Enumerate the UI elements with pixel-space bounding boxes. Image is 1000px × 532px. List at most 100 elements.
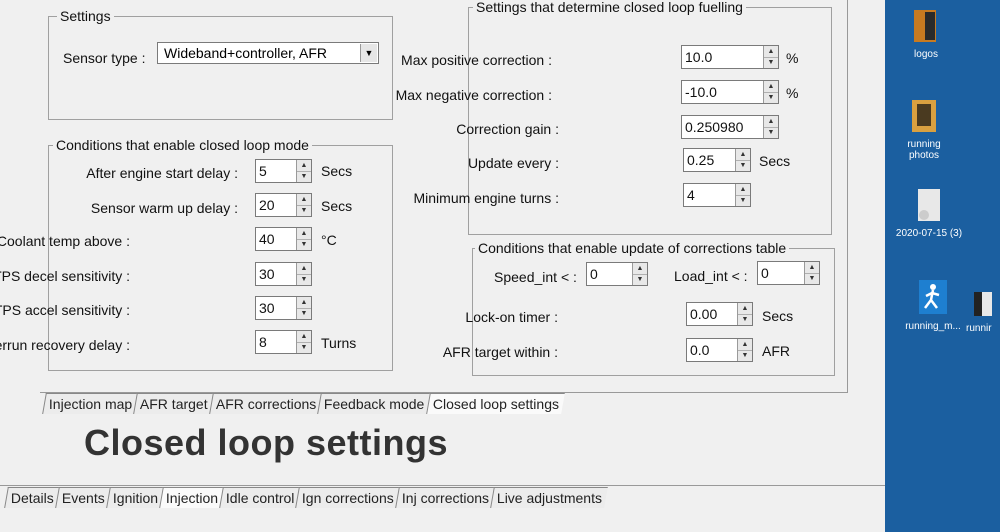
tab-afr-corrections[interactable]: AFR corrections [209,393,323,414]
tab-afr-target[interactable]: AFR target [133,393,214,414]
correction-gain-value: 0.250980 [685,119,744,135]
arrow-down-icon[interactable]: ▼ [736,160,750,171]
spin-buttons[interactable]: ▲ ▼ [735,184,750,206]
after-start-delay-value: 5 [259,163,267,179]
desktop-icon-logos[interactable]: logos [898,8,954,60]
load-int-label: Load_int < : [674,268,748,284]
load-int-input[interactable]: 0 ▲ ▼ [757,261,820,285]
after-start-delay-label: After engine start delay : [86,165,238,181]
arrow-down-icon[interactable]: ▼ [764,57,778,68]
speed-int-input[interactable]: 0 ▲ ▼ [586,262,648,286]
correction-gain-input[interactable]: 0.250980 ▲ ▼ [681,115,779,139]
file-icon [974,292,992,316]
spin-buttons[interactable]: ▲ ▼ [296,160,311,182]
spin-buttons[interactable]: ▲ ▼ [735,149,750,171]
settings-group: Settings Sensor type : Wideband+controll… [48,8,393,120]
afr-target-within-input[interactable]: 0.0 ▲ ▼ [686,338,753,362]
tps-decel-label: TPS decel sensitivity : [0,268,130,284]
runner-image-icon [919,280,947,314]
tab-events[interactable]: Events [54,487,111,508]
arrow-down-icon[interactable]: ▼ [297,308,311,319]
tab-label: Live adjustments [497,490,603,506]
arrow-down-icon[interactable]: ▼ [297,342,311,353]
tab-injection-map[interactable]: Injection map [42,393,139,414]
tab-ign-corrections[interactable]: Ign corrections [295,487,401,508]
spin-buttons[interactable]: ▲ ▼ [804,262,819,284]
tab-injection[interactable]: Injection [158,487,224,508]
lock-on-timer-input[interactable]: 0.00 ▲ ▼ [686,302,753,326]
spin-buttons[interactable]: ▲ ▼ [737,339,752,361]
sensor-warmup-input[interactable]: 20 ▲ ▼ [255,193,312,217]
tab-label: Events [61,490,105,506]
arrow-down-icon[interactable]: ▼ [633,274,647,285]
coolant-temp-unit: °C [321,232,337,248]
afr-target-within-value: 0.0 [690,342,710,358]
min-engine-turns-value: 4 [687,187,695,203]
desktop-icon-runnir[interactable]: runnir [966,290,1000,334]
desktop-icon-caption: 2020-07-15 (3) [895,228,963,239]
chevron-down-icon[interactable]: ▼ [360,44,377,62]
spin-buttons[interactable]: ▲ ▼ [763,81,778,103]
overrun-recovery-input[interactable]: 8 ▲ ▼ [255,330,312,354]
arrow-down-icon[interactable]: ▼ [738,314,752,325]
spin-buttons[interactable]: ▲ ▼ [296,331,311,353]
arrow-down-icon[interactable]: ▼ [805,273,819,284]
min-engine-turns-input[interactable]: 4 ▲ ▼ [683,183,751,207]
sensor-warmup-value: 20 [259,197,275,213]
update-every-input[interactable]: 0.25 ▲ ▼ [683,148,751,172]
spin-buttons[interactable]: ▲ ▼ [632,263,647,285]
afr-target-within-label: AFR target within : [442,344,558,360]
spin-buttons[interactable]: ▲ ▼ [296,228,311,250]
spin-buttons[interactable]: ▲ ▼ [296,263,311,285]
tab-live-adjustments[interactable]: Live adjustments [490,487,609,508]
max-negative-label: Max negative correction : [395,87,552,103]
tab-details[interactable]: Details [4,487,60,508]
after-start-delay-input[interactable]: 5 ▲ ▼ [255,159,312,183]
arrow-down-icon[interactable]: ▼ [297,274,311,285]
tps-decel-value: 30 [259,266,275,282]
spin-buttons[interactable]: ▲ ▼ [296,297,311,319]
spin-buttons[interactable]: ▲ ▼ [763,116,778,138]
arrow-down-icon[interactable]: ▼ [297,205,311,216]
tps-decel-input[interactable]: 30 ▲ ▼ [255,262,312,286]
spin-buttons[interactable]: ▲ ▼ [296,194,311,216]
spin-buttons[interactable]: ▲ ▼ [763,46,778,68]
sensor-type-select[interactable]: Wideband+controller, AFR ▼ [157,42,379,64]
arrow-down-icon[interactable]: ▼ [738,350,752,361]
max-negative-value: -10.0 [685,84,717,100]
sensor-type-value: Wideband+controller, AFR [164,45,328,61]
desktop-icon-running-photos[interactable]: running photos [892,98,956,161]
desktop-icon-running-m[interactable]: running_m... [896,278,970,332]
tab-ignition[interactable]: Ignition [105,487,164,508]
arrow-down-icon[interactable]: ▼ [736,195,750,206]
desktop-icon-caption: runnir [966,323,992,334]
spin-buttons[interactable]: ▲ ▼ [737,303,752,325]
arrow-down-icon[interactable]: ▼ [764,127,778,138]
desktop-icon-caption: logos [914,49,938,60]
update-table-group-title: Conditions that enable update of correct… [475,240,790,256]
tab-label: Ignition [112,490,158,506]
lock-on-timer-unit: Secs [762,308,794,324]
update-every-label: Update every : [467,155,559,171]
afr-target-within-unit: AFR [762,343,790,359]
correction-gain-label: Correction gain : [456,121,559,137]
tps-accel-input[interactable]: 30 ▲ ▼ [255,296,312,320]
desktop-icon-2020-07-15[interactable]: 2020-07-15 (3) [892,187,966,239]
outer-tab-line [0,485,885,486]
coolant-temp-value: 40 [259,231,275,247]
tab-idle-control[interactable]: Idle control [219,487,301,508]
arrow-down-icon[interactable]: ▼ [764,92,778,103]
speed-int-label: Speed_int < : [494,269,577,285]
update-every-value: 0.25 [687,152,715,168]
tab-label: Closed loop settings [432,396,559,412]
tab-inj-corrections[interactable]: Inj corrections [395,487,496,508]
arrow-down-icon[interactable]: ▼ [297,239,311,250]
tab-feedback-mode[interactable]: Feedback mode [317,393,431,414]
max-negative-input[interactable]: -10.0 ▲ ▼ [681,80,779,104]
enable-group-title: Conditions that enable closed loop mode [53,137,312,153]
coolant-temp-input[interactable]: 40 ▲ ▼ [255,227,312,251]
overrun-recovery-label: Overrun recovery delay : [0,337,130,353]
arrow-down-icon[interactable]: ▼ [297,171,311,182]
tab-closed-loop-settings[interactable]: Closed loop settings [425,393,565,414]
max-positive-input[interactable]: 10.0 ▲ ▼ [681,45,779,69]
